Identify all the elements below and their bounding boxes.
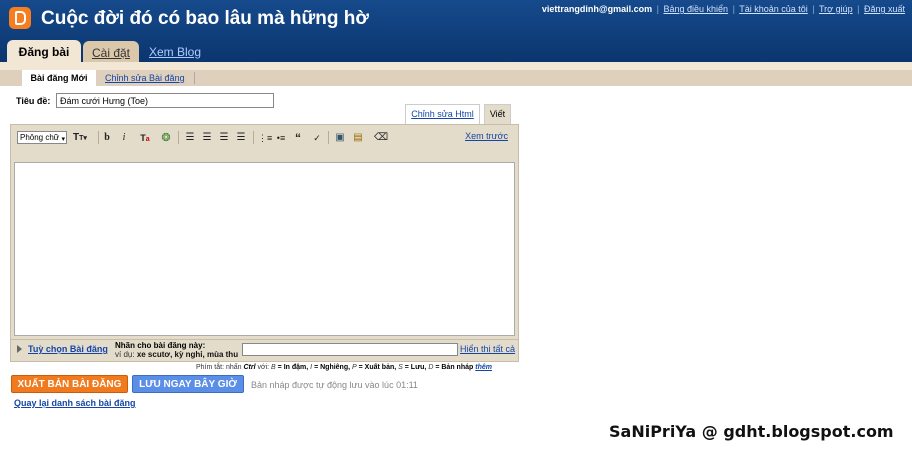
toolbar-divider [328, 131, 329, 144]
autosave-status: Bản nháp được tự động lưu vào lúc 01:11 [251, 380, 418, 390]
subtab-divider [194, 72, 195, 84]
subtab-edit-posts[interactable]: Chỉnh sửa Bài đăng [105, 70, 185, 86]
quote-icon[interactable]: “ [292, 131, 304, 145]
video-icon[interactable]: ▤ [352, 131, 364, 145]
bold-icon[interactable]: b [102, 131, 112, 145]
expand-arrow-icon[interactable] [17, 345, 22, 353]
app-header: Cuộc đời đó có bao lâu mà hững hờ viettr… [0, 0, 912, 65]
align-left-icon[interactable]: ☰ [184, 131, 196, 145]
post-options-bar: Tuỳ chọn Bài đăng Nhãn cho bài đăng này:… [10, 340, 519, 362]
labels-input[interactable] [242, 343, 458, 356]
justify-icon[interactable]: ☰ [235, 131, 247, 145]
tab-edit-html[interactable]: Chỉnh sửa Html [405, 104, 480, 124]
toolbar-divider [178, 131, 179, 144]
back-to-posts-link[interactable]: Quay lại danh sách bài đăng [14, 398, 136, 408]
post-body-editor[interactable] [14, 162, 515, 336]
italic-icon[interactable]: i [119, 131, 129, 145]
align-right-icon[interactable]: ☰ [218, 131, 230, 145]
subtab-new-post[interactable]: Bài đăng Mới [22, 70, 96, 86]
title-label: Tiêu đề: [16, 96, 51, 106]
labels-hint: ví dụ: xe scutơ, kỳ nghỉ, mùa thu [115, 350, 238, 359]
user-email: viettrangdinh@gmail.com [541, 4, 653, 14]
font-select-value: Phông chữ [20, 133, 60, 142]
spellcheck-icon[interactable]: ✓ [311, 131, 323, 145]
link-icon[interactable]: ❂ [159, 131, 173, 145]
remove-format-icon[interactable]: ⌫ [374, 131, 388, 145]
watermark: SaNiPriYa @ gdht.blogspot.com [609, 422, 894, 441]
bullet-list-icon[interactable]: •≡ [275, 131, 287, 145]
preview-link[interactable]: Xem trước [465, 131, 508, 141]
labels-hint-prefix: ví dụ: [115, 350, 135, 359]
tab-view-blog[interactable]: Xem Blog [145, 40, 205, 64]
labels-hint-examples: xe scutơ, kỳ nghỉ, mùa thu [136, 350, 239, 359]
align-center-icon[interactable]: ☰ [201, 131, 213, 145]
keyboard-shortcuts-hint: Phím tắt: nhấn Ctrl với: B = In đậm, I =… [196, 364, 492, 371]
publish-post-button[interactable]: XUẤT BẢN BÀI ĐĂNG [11, 375, 128, 393]
tab-posting[interactable]: Đăng bài [7, 40, 81, 64]
text-color-icon[interactable]: Ta [139, 131, 151, 145]
dashboard-link[interactable]: Bảng điều khiển [663, 4, 728, 14]
save-now-button[interactable]: LƯU NGAY BÂY GIỜ [132, 375, 244, 393]
user-links: viettrangdinh@gmail.com | Bảng điều khiể… [541, 4, 905, 14]
account-link[interactable]: Tài khoản của tôi [739, 4, 808, 14]
editor-toolbar: Phông chữ ▾ TT▾ b i Ta ❂ ☰ ☰ ☰ ☰ ⋮≡ •≡ “… [14, 129, 514, 151]
toolbar-divider [98, 131, 99, 144]
toolbar-divider [253, 131, 254, 144]
help-link[interactable]: Trợ giúp [819, 4, 853, 14]
more-shortcuts-link[interactable]: thêm [475, 364, 492, 371]
chevron-down-icon: ▾ [61, 136, 65, 143]
subbar [0, 62, 912, 70]
show-all-labels-link[interactable]: Hiển thị tất cả [460, 344, 515, 354]
tab-compose[interactable]: Viết [484, 104, 511, 124]
numbered-list-icon[interactable]: ⋮≡ [258, 131, 272, 145]
font-size-icon[interactable]: TT▾ [72, 131, 88, 145]
labels-label: Nhãn cho bài đăng này: [115, 341, 206, 350]
post-editor: Phông chữ ▾ TT▾ b i Ta ❂ ☰ ☰ ☰ ☰ ⋮≡ •≡ “… [10, 124, 519, 340]
post-title-input[interactable] [56, 93, 274, 108]
post-options-link[interactable]: Tuỳ chọn Bài đăng [28, 344, 108, 354]
blogger-logo-icon [9, 7, 31, 29]
font-select[interactable]: Phông chữ ▾ [17, 131, 67, 144]
sub-tabs: Bài đăng Mới Chỉnh sửa Bài đăng [0, 70, 912, 86]
blog-title: Cuộc đời đó có bao lâu mà hững hờ [41, 8, 369, 29]
image-icon[interactable]: ▣ [334, 131, 346, 145]
sign-out-link[interactable]: Đăng xuất [864, 4, 905, 14]
